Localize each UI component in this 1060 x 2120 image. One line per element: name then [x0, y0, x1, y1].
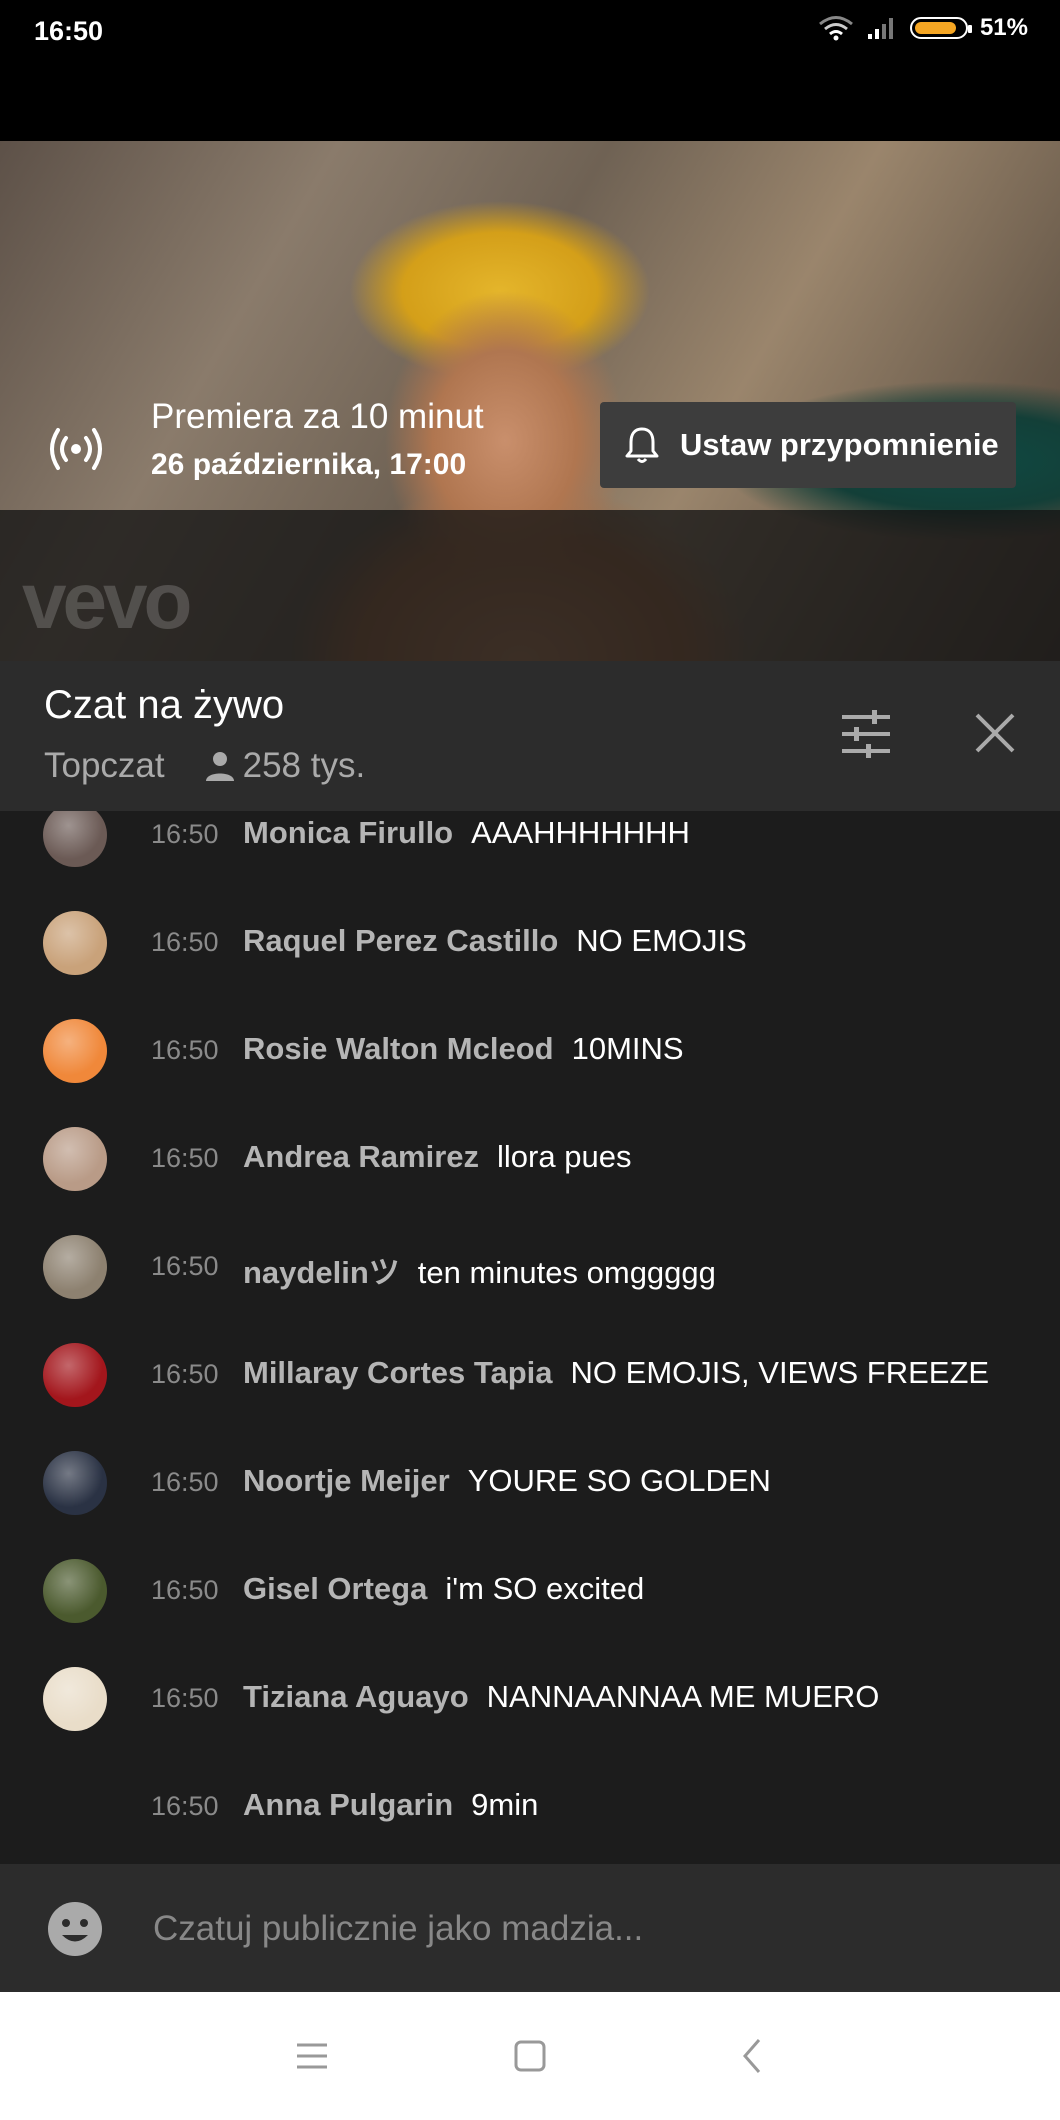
chat-title: Czat na żywo	[44, 683, 285, 727]
system-nav-bar	[0, 1992, 1060, 2120]
message-author[interactable]: naydelinツ	[243, 1255, 400, 1290]
message-text: NANNAANNAA ME MUERO	[486, 1679, 880, 1714]
message-time: 16:50	[151, 1683, 219, 1713]
chat-mode-selector[interactable]: Topczat	[44, 746, 165, 786]
chat-message[interactable]: 16:50 Noortje Meijer YOURE SO GOLDEN	[0, 1429, 1060, 1537]
message-author[interactable]: Gisel Ortega	[243, 1571, 427, 1606]
chat-message[interactable]: 16:50 Millaray Cortes Tapia NO EMOJIS, VI…	[0, 1321, 1060, 1429]
chat-message[interactable]: 16:50 Rosie Walton Mcleod 10MINS	[0, 997, 1060, 1105]
message-author[interactable]: Noortje Meijer	[243, 1463, 450, 1498]
avatar[interactable]	[43, 1235, 107, 1299]
chat-message[interactable]: 16:50 Andrea Ramirez llora pues	[0, 1105, 1060, 1213]
message-author[interactable]: Rosie Walton Mcleod	[243, 1031, 554, 1066]
set-reminder-label: Ustaw przypomnienie	[680, 427, 999, 462]
vevo-watermark: vevo	[22, 556, 192, 645]
signal-icon	[867, 18, 893, 39]
tune-sliders-icon[interactable]	[840, 709, 892, 759]
wifi-icon	[819, 16, 853, 41]
chat-input-bar	[0, 1864, 1060, 1992]
message-text: NO EMOJIS, VIEWS FREEZE	[570, 1355, 990, 1390]
chat-message[interactable]: 16:50 Gisel Ortega i'm SO excited	[0, 1537, 1060, 1645]
message-author[interactable]: Raquel Perez Castillo	[243, 923, 558, 958]
chat-message[interactable]: 16:50 Monica Firullo AAAHHHHHHH	[0, 811, 1060, 889]
person-icon	[205, 752, 234, 781]
avatar[interactable]	[43, 1451, 107, 1515]
battery-icon	[909, 17, 972, 39]
chat-message-input[interactable]	[151, 1898, 1015, 1960]
message-author[interactable]: Tiziana Aguayo	[243, 1679, 469, 1714]
message-time: 16:50	[151, 927, 219, 957]
message-text: 9min	[471, 1787, 539, 1822]
message-author[interactable]: Andrea Ramirez	[243, 1139, 479, 1174]
chat-message[interactable]: 16:50 Anna Pulgarin 9min	[0, 1753, 1060, 1861]
message-time: 16:50	[151, 1035, 219, 1065]
message-text: YOURE SO GOLDEN	[467, 1463, 771, 1498]
message-time: 16:50	[151, 1791, 219, 1821]
message-text: ten minutes omggggg	[417, 1255, 716, 1290]
back-chevron-icon[interactable]	[725, 2028, 781, 2084]
avatar[interactable]	[43, 1667, 107, 1731]
message-time: 16:50	[151, 1575, 219, 1605]
chat-subheader: Topczat 258 tys.	[44, 746, 365, 786]
broadcast-icon	[50, 428, 102, 470]
menu-icon[interactable]	[284, 2028, 340, 2084]
status-indicators: 51%	[818, 14, 1028, 42]
message-text: AAAHHHHHHH	[471, 815, 690, 850]
message-time: 16:50	[151, 819, 219, 849]
chat-message[interactable]: 16:50 Tiziana Aguayo NANNAANNAA ME MUERO	[0, 1645, 1060, 1753]
avatar[interactable]	[43, 1019, 107, 1083]
emoji-icon[interactable]	[46, 1900, 104, 1958]
message-text: llora pues	[497, 1139, 632, 1174]
message-author[interactable]: Millaray Cortes Tapia	[243, 1355, 553, 1390]
status-bar: 16:50 51%	[0, 0, 1060, 141]
avatar[interactable]	[43, 1343, 107, 1407]
chat-message[interactable]: 16:50 Raquel Perez Castillo NO EMOJIS	[0, 889, 1060, 997]
viewer-count-value: 258 tys.	[242, 746, 366, 785]
bell-icon	[625, 427, 659, 463]
avatar[interactable]	[43, 811, 107, 867]
message-time: 16:50	[151, 1143, 219, 1173]
avatar[interactable]	[43, 1127, 107, 1191]
chat-message[interactable]: 16:50 naydelinツ ten minutes omggggg	[0, 1213, 1060, 1321]
close-icon[interactable]	[973, 711, 1017, 755]
avatar[interactable]	[43, 911, 107, 975]
message-text: i'm SO excited	[445, 1571, 645, 1606]
status-time: 16:50	[34, 16, 104, 46]
set-reminder-button[interactable]: Ustaw przypomnienie	[600, 402, 1016, 488]
chat-message-list[interactable]: 16:50 Monica Firullo AAAHHHHHHH 16:50 Raq…	[0, 811, 1060, 1864]
home-square-icon[interactable]	[502, 2028, 558, 2084]
chat-header: Czat na żywo Topczat 258 tys.	[0, 661, 1060, 811]
message-time: 16:50	[151, 1251, 219, 1281]
premiere-date: 26 października, 17:00	[151, 448, 467, 481]
message-author[interactable]: Monica Firullo	[243, 815, 453, 850]
message-time: 16:50	[151, 1359, 219, 1389]
avatar[interactable]	[43, 1559, 107, 1623]
message-time: 16:50	[151, 1467, 219, 1497]
viewer-count: 258 tys.	[205, 746, 366, 786]
battery-percent: 51%	[979, 14, 1028, 41]
premiere-title: Premiera za 10 minut	[151, 397, 484, 436]
message-text: NO EMOJIS	[576, 923, 747, 958]
message-author[interactable]: Anna Pulgarin	[243, 1787, 453, 1822]
message-text: 10MINS	[571, 1031, 684, 1066]
